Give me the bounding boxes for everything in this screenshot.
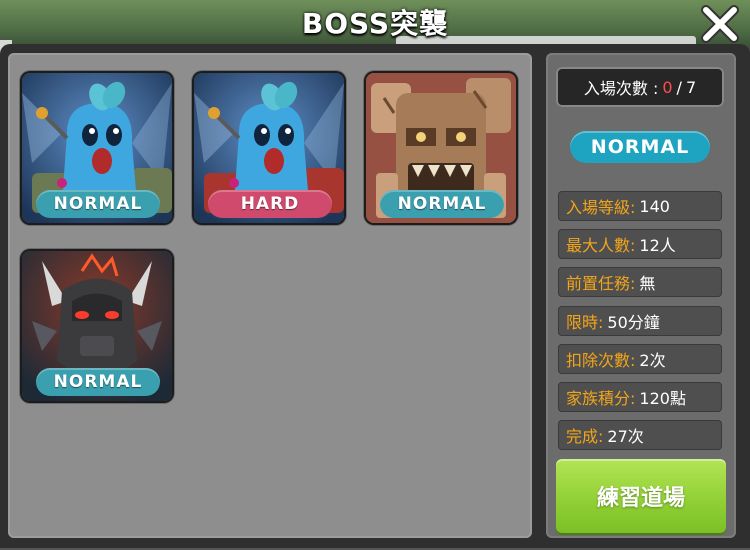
- selected-difficulty-pill: NORMAL: [570, 131, 710, 163]
- close-icon: [701, 5, 739, 43]
- stat-label: 扣除次數:: [566, 351, 636, 370]
- stat-value: 無: [639, 274, 656, 293]
- stat-value: 2次: [639, 351, 666, 370]
- boss-card-4[interactable]: NORMAL: [22, 251, 172, 401]
- stat-entry-level: 入場等級: 140: [558, 191, 722, 221]
- stat-value: 27次: [607, 427, 644, 446]
- difficulty-badge: NORMAL: [380, 190, 504, 218]
- difficulty-badge: HARD: [208, 190, 332, 218]
- boss-card-1[interactable]: NORMAL: [22, 73, 172, 223]
- stat-value: 140: [639, 196, 670, 216]
- stat-label: 最大人數:: [566, 236, 636, 255]
- dialog-title: BOSS突襲: [301, 7, 449, 40]
- difficulty-badge: NORMAL: [36, 368, 160, 396]
- stat-prerequisite-quest: 前置任務: 無: [558, 267, 722, 297]
- entry-count-current: 0: [662, 77, 673, 97]
- stat-deduct-count: 扣除次數: 2次: [558, 344, 722, 374]
- stat-label: 限時:: [566, 313, 604, 332]
- boss-card-2[interactable]: HARD: [194, 73, 344, 223]
- difficulty-badge: NORMAL: [36, 190, 160, 218]
- stat-max-players: 最大人數: 12人: [558, 229, 722, 259]
- stat-value: 50分鐘: [607, 313, 660, 332]
- entry-count-label: 入場次數 :: [583, 79, 659, 98]
- entry-count-separator: /: [676, 77, 682, 97]
- stat-label: 前置任務:: [566, 274, 636, 293]
- stat-completed: 完成: 27次: [558, 420, 722, 450]
- stat-guild-points: 家族積分: 120點: [558, 382, 722, 412]
- boss-card-3[interactable]: NORMAL: [366, 73, 516, 223]
- entry-count-max: 7: [685, 77, 697, 97]
- boss-raid-dialog: BOSS突襲 NORMAL HARD NORMAL NORMAL 入場次數: …: [0, 0, 750, 550]
- stat-time-limit: 限時: 50分鐘: [558, 306, 722, 336]
- stat-label: 家族積分:: [566, 389, 636, 408]
- close-button[interactable]: [695, 2, 745, 46]
- stat-value: 12人: [639, 236, 676, 255]
- practice-dojo-button[interactable]: 練習道場: [556, 459, 726, 533]
- entry-count-display: 入場次數 : 0 / 7: [556, 67, 724, 107]
- stat-label: 入場等級:: [566, 198, 636, 217]
- stat-value: 120點: [639, 389, 686, 408]
- stat-label: 完成:: [566, 427, 604, 446]
